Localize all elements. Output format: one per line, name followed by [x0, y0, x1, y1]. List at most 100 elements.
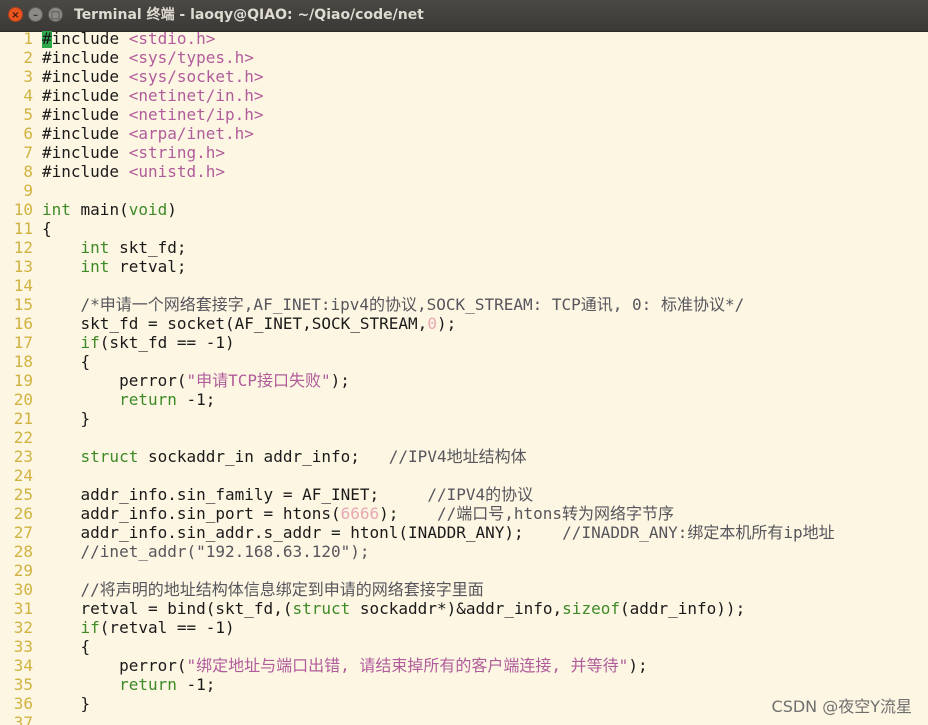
code-line[interactable]: 24 — [0, 466, 33, 485]
code-line[interactable]: 16 skt_fd = socket(AF_INET,SOCK_STREAM,0… — [0, 314, 456, 333]
code-token: main( — [70, 200, 129, 219]
code-text: retval = bind(skt_fd,(struct sockaddr*)&… — [42, 599, 746, 618]
code-token: perror( — [42, 371, 187, 390]
code-line[interactable]: 30 //将声明的地址结构体信息绑定到申请的网络套接字里面 — [0, 580, 484, 599]
code-token: #include — [42, 162, 129, 181]
code-line[interactable]: 10 int main(void) — [0, 200, 177, 219]
code-line[interactable]: 13 int retval; — [0, 257, 187, 276]
code-line[interactable]: 4 #include <netinet/in.h> — [0, 86, 263, 105]
code-token: struct — [292, 599, 351, 618]
code-token: if — [80, 333, 100, 352]
code-line[interactable]: 27 addr_info.sin_addr.s_addr = htonl(INA… — [0, 523, 835, 542]
code-line[interactable]: 14 — [0, 276, 33, 295]
line-number: 9 — [23, 181, 33, 200]
line-number: 34 — [13, 656, 33, 675]
code-line[interactable]: 19 perror("申请TCP接口失败"); — [0, 371, 350, 390]
code-text: int retval; — [42, 257, 187, 276]
line-number: 6 — [23, 124, 33, 143]
code-token: { — [42, 352, 91, 371]
line-number: 28 — [13, 542, 33, 561]
line-number: 15 — [13, 295, 33, 314]
code-line[interactable]: 28 //inet_addr("192.168.63.120"); — [0, 542, 370, 561]
line-number: 11 — [13, 219, 33, 238]
line-number: 21 — [13, 409, 33, 428]
code-line[interactable]: 6 #include <arpa/inet.h> — [0, 124, 254, 143]
code-line[interactable]: 26 addr_info.sin_port = htons(6666); //端… — [0, 504, 674, 523]
code-line[interactable]: 35 return -1; — [0, 675, 216, 694]
code-line[interactable]: 8 #include <unistd.h> — [0, 162, 225, 181]
line-number: 16 — [13, 314, 33, 333]
code-text: //inet_addr("192.168.63.120"); — [42, 542, 370, 561]
code-line[interactable]: 7 #include <string.h> — [0, 143, 225, 162]
code-text: /*申请一个网络套接字,AF_INET:ipv4的协议,SOCK_STREAM:… — [42, 295, 745, 314]
code-line[interactable]: 33 { — [0, 637, 90, 656]
code-token: 0 — [427, 314, 437, 333]
code-line[interactable]: 12 int skt_fd; — [0, 238, 187, 257]
code-token: skt_fd = socket(AF_INET,SOCK_STREAM, — [42, 314, 428, 333]
watermark: CSDN @夜空Y流星 — [771, 697, 912, 716]
close-icon[interactable]: × — [8, 7, 23, 22]
code-line[interactable]: 1 #include <stdio.h> — [0, 31, 215, 48]
code-token: sockaddr_in addr_info; — [138, 447, 389, 466]
code-line[interactable]: 21 } — [0, 409, 90, 428]
code-token: #include — [42, 105, 129, 124]
code-token: sockaddr*)&addr_info, — [350, 599, 563, 618]
code-token: <string.h> — [128, 143, 226, 162]
code-line[interactable]: 23 struct sockaddr_in addr_info; //IPV4地… — [0, 447, 527, 466]
code-line[interactable]: 36 } — [0, 694, 90, 713]
code-token: /*申请一个网络套接字,AF_INET:ipv4的协议,SOCK_STREAM:… — [80, 295, 745, 314]
code-token: #include — [42, 67, 129, 86]
code-text: int skt_fd; — [42, 238, 187, 257]
line-number: 22 — [13, 428, 33, 447]
code-line[interactable]: 18 { — [0, 352, 90, 371]
text-cursor: # — [42, 31, 52, 48]
code-line[interactable]: 15 /*申请一个网络套接字,AF_INET:ipv4的协议,SOCK_STRE… — [0, 295, 744, 314]
code-line[interactable]: 22 — [0, 428, 33, 447]
code-token: retval = bind(skt_fd,( — [42, 599, 293, 618]
code-line[interactable]: 25 addr_info.sin_family = AF_INET; //IPV… — [0, 485, 533, 504]
code-line[interactable]: 34 perror("绑定地址与端口出错, 请结束掉所有的客户端连接, 并等待"… — [0, 656, 648, 675]
code-token: int — [42, 200, 71, 219]
code-line[interactable]: 20 return -1; — [0, 390, 216, 409]
code-token: return — [119, 390, 177, 409]
code-token: skt_fd; — [109, 238, 187, 257]
code-token: #include — [42, 143, 129, 162]
code-line[interactable]: 5 #include <netinet/ip.h> — [0, 105, 263, 124]
code-token: addr_info.sin_addr.s_addr = htonl(INADDR… — [42, 523, 563, 542]
code-token: { — [42, 637, 91, 656]
code-text: } — [42, 694, 91, 713]
line-number: 32 — [13, 618, 33, 637]
code-text: //将声明的地址结构体信息绑定到申请的网络套接字里面 — [42, 580, 484, 599]
code-token: <unistd.h> — [128, 162, 226, 181]
minimize-icon[interactable]: – — [28, 7, 43, 22]
code-token: //端口号,htons转为网络字节序 — [436, 504, 675, 523]
code-token: ); — [379, 504, 437, 523]
code-token: 6666 — [340, 504, 380, 523]
line-number: 12 — [13, 238, 33, 257]
code-text: } — [42, 409, 91, 428]
maximize-icon[interactable]: □ — [48, 7, 63, 22]
code-line[interactable]: 32 if(retval == -1) — [0, 618, 235, 637]
code-line[interactable]: 9 — [0, 181, 33, 200]
code-token: int — [80, 257, 110, 276]
code-editor[interactable]: 1 #include <stdio.h> 2 #include <sys/types.… — [0, 31, 928, 725]
code-text: #include <netinet/ip.h> — [42, 105, 264, 124]
code-line[interactable]: 17 if(skt_fd == -1) — [0, 333, 235, 352]
code-line[interactable]: 31 retval = bind(skt_fd,(struct sockaddr… — [0, 599, 745, 618]
line-number: 7 — [23, 143, 33, 162]
code-text: #include <string.h> — [42, 143, 225, 162]
code-line[interactable]: 2 #include <sys/types.h> — [0, 48, 254, 67]
code-token: //INADDR_ANY:绑定本机所有ip地址 — [562, 523, 835, 542]
code-token: <netinet/ip.h> — [128, 105, 264, 124]
code-token: -1; — [176, 675, 216, 694]
code-line[interactable]: 11 { — [0, 219, 52, 238]
line-number: 37 — [13, 713, 33, 725]
line-number: 36 — [13, 694, 33, 713]
code-line[interactable]: 3 #include <sys/socket.h> — [0, 67, 263, 86]
code-line[interactable]: 37 — [0, 713, 33, 725]
code-line[interactable]: 29 — [0, 561, 33, 580]
code-token: <sys/socket.h> — [128, 67, 264, 86]
